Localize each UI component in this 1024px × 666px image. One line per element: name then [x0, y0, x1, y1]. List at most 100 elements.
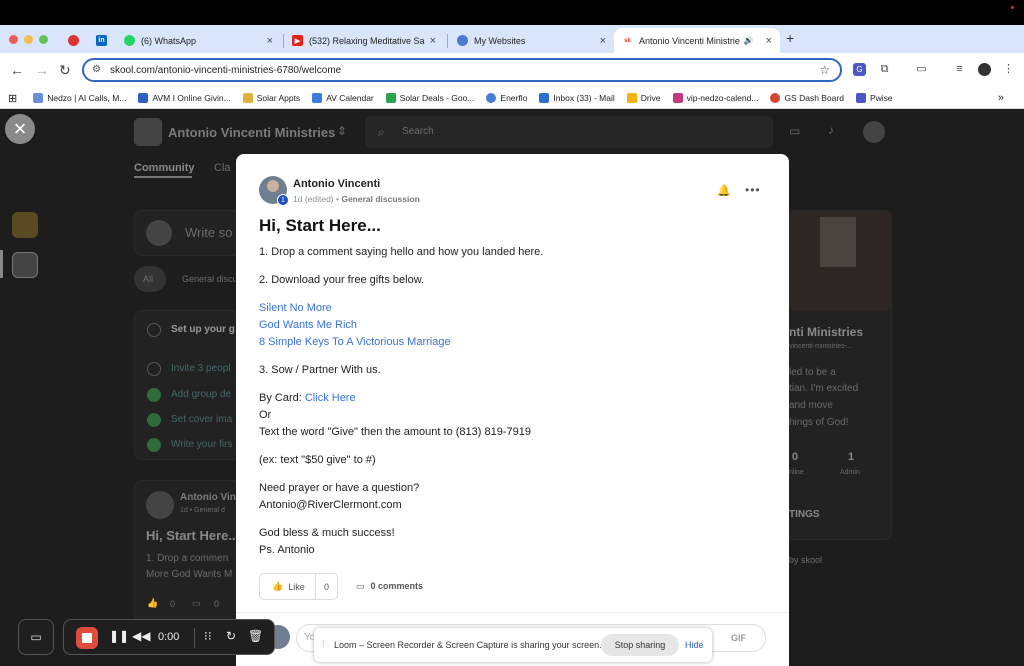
screen: in (6) WhatsApp × ▶ (532) Relaxing Medit… [0, 0, 1024, 666]
bookmark-item[interactable]: AVM I Online Givin... [138, 93, 231, 103]
pause-icon[interactable]: ❚❚ [109, 629, 129, 643]
like-button[interactable]: 👍 Like [260, 574, 316, 599]
contact-email: Antonio@RiverClermont.com [259, 499, 402, 511]
click-here-link[interactable]: Click Here [305, 392, 356, 404]
tab-search-icon[interactable]: ▭ [915, 63, 928, 76]
profile-avatar[interactable] [978, 63, 991, 76]
blessing: God bless & much success! [259, 527, 395, 539]
side-description: tian. I'm excited [789, 383, 859, 394]
comment-icon: ▭ [356, 581, 365, 591]
extension-icon[interactable]: G [853, 63, 866, 76]
site-settings-icon[interactable]: ⚙ [92, 64, 101, 75]
post-title[interactable]: Hi, Start Here... [146, 528, 239, 543]
like-count: 0 [170, 599, 176, 609]
bookmark-star-icon[interactable]: ☆ [819, 63, 830, 77]
side-group-url[interactable]: vincenti-ministries-... [789, 343, 853, 350]
close-modal-button[interactable]: × [5, 114, 35, 144]
settings-button[interactable]: TINGS [789, 509, 820, 520]
give-instructions: By Card: Click Here Or Text the word "Gi… [259, 390, 769, 441]
bookmark-icon [138, 93, 149, 103]
bookmark-item[interactable]: GS Dash Board [770, 93, 844, 103]
gif-button[interactable]: GIF [731, 633, 746, 643]
restart-icon[interactable]: ↻ [226, 629, 236, 643]
prayer-block: Need prayer or have a question? Antonio@… [259, 480, 769, 514]
bell-icon[interactable]: ♪ [828, 123, 834, 137]
close-icon[interactable]: × [267, 35, 273, 47]
setup-item[interactable]: Invite 3 peopl [171, 363, 231, 374]
close-icon[interactable]: × [600, 35, 606, 47]
menu-icon[interactable]: ⋮ [1002, 63, 1015, 76]
recording-indicator [1011, 6, 1014, 9]
signoff-block: God bless & much success! Ps. Antonio [259, 525, 769, 559]
post-category[interactable]: General discussion [341, 194, 419, 204]
stop-recording-button[interactable] [76, 627, 98, 649]
close-window-button[interactable] [9, 35, 18, 44]
tab-pinned-1[interactable] [60, 28, 86, 53]
bookmark-item[interactable]: Drive [626, 93, 661, 103]
gift-link-god-wants-me-rich[interactable]: God Wants Me Rich [259, 317, 769, 334]
check-icon [147, 438, 161, 452]
tab-my-websites[interactable]: My Websites × [449, 28, 614, 53]
apps-icon[interactable]: ⊞ [8, 92, 17, 105]
bookmark-icon [312, 93, 323, 103]
setup-item[interactable]: Write your firs [171, 439, 233, 450]
forward-arrow-icon[interactable]: → [35, 62, 49, 78]
tab-classroom[interactable]: Cla [214, 162, 231, 174]
bookmark-item[interactable]: Inbox (33) - Mail [539, 93, 615, 103]
maximize-window-button[interactable] [39, 35, 48, 44]
like-icon[interactable]: 👍 [147, 598, 158, 609]
author-name[interactable]: Antonio Vincenti [293, 178, 380, 190]
gift-link-victorious-marriage[interactable]: 8 Simple Keys To A Victorious Marriage [259, 334, 769, 351]
more-bookmarks-icon[interactable]: » [998, 92, 1004, 104]
bookmark-item[interactable]: Solar Deals - Goo... [385, 93, 475, 103]
bookmark-icon [770, 93, 781, 103]
like-count[interactable]: 0 [316, 582, 337, 592]
reload-icon[interactable]: ↻ [59, 62, 71, 79]
trash-icon[interactable]: 🗑 [248, 629, 263, 643]
comment-icon[interactable]: ▭ [192, 598, 201, 609]
page-backdrop: × Antonio Vincenti Ministries ⇕ ⌕ Search… [0, 109, 1024, 666]
setup-item[interactable]: Set cover ima [171, 414, 232, 425]
community-icon[interactable] [12, 212, 38, 238]
bookmark-item[interactable]: Pwise [855, 93, 893, 103]
close-icon[interactable]: × [430, 35, 436, 47]
gift-link-silent-no-more[interactable]: Silent No More [259, 300, 769, 317]
tab-bar: in (6) WhatsApp × ▶ (532) Relaxing Medit… [0, 25, 1024, 53]
rewind-icon[interactable]: ◀◀ [132, 629, 150, 643]
tab-whatsapp[interactable]: (6) WhatsApp × [116, 28, 281, 53]
prayer-question: Need prayer or have a question? [259, 482, 420, 494]
hide-button[interactable]: Hide [685, 640, 704, 650]
tab-community[interactable]: Community [134, 162, 195, 174]
bookmark-label: Enerflo [500, 93, 528, 103]
bookmark-item[interactable]: Enerflo [486, 93, 527, 103]
community-icon[interactable] [12, 252, 38, 278]
bookmark-item[interactable]: vip-nedzo-calend... [672, 93, 758, 103]
back-arrow-icon[interactable]: ← [10, 62, 24, 78]
loom-control-bar: ❚❚ ◀◀ 0:00 ⁝⁝ ↻ 🗑 [63, 619, 275, 655]
user-avatar[interactable] [863, 121, 885, 143]
bookmark-item[interactable]: Nedzo | AI Calls, M... [33, 93, 126, 103]
bookmark-item[interactable]: AV Calendar [312, 93, 374, 103]
drag-handle-icon[interactable]: ⁞ [322, 639, 325, 649]
puzzle-icon[interactable]: ⧉ [878, 63, 891, 76]
bookmark-item[interactable]: Solar Appts [242, 93, 300, 103]
bell-icon[interactable]: 🔔 [717, 184, 731, 197]
setup-item[interactable]: Add group de [171, 389, 231, 400]
media-control-icon[interactable]: ≡ [953, 63, 966, 76]
close-icon[interactable]: × [766, 35, 772, 47]
grid-icon[interactable]: ⁝⁝ [204, 629, 212, 643]
address-bar[interactable]: ⚙ skool.com/antonio-vincenti-ministries-… [82, 58, 842, 82]
chat-icon[interactable]: ▭ [789, 124, 800, 138]
new-tab-button[interactable]: + [786, 30, 794, 46]
comments-count[interactable]: ▭ 0 comments [356, 581, 423, 592]
stop-sharing-button[interactable]: Stop sharing [601, 634, 679, 656]
check-icon [147, 388, 161, 402]
admin-label: Admin [840, 469, 860, 476]
tab-youtube[interactable]: ▶ (532) Relaxing Meditative Sa × [284, 28, 444, 53]
camera-toggle-button[interactable]: ▭ [18, 619, 54, 655]
tab-pinned-linkedin[interactable]: in [88, 28, 114, 53]
tab-skool-active[interactable]: sk Antonio Vincenti Ministrie 🔊 × [614, 28, 780, 53]
more-options-icon[interactable]: ••• [745, 183, 761, 197]
bookmark-label: Solar Deals - Goo... [399, 93, 475, 103]
minimize-window-button[interactable] [24, 35, 33, 44]
